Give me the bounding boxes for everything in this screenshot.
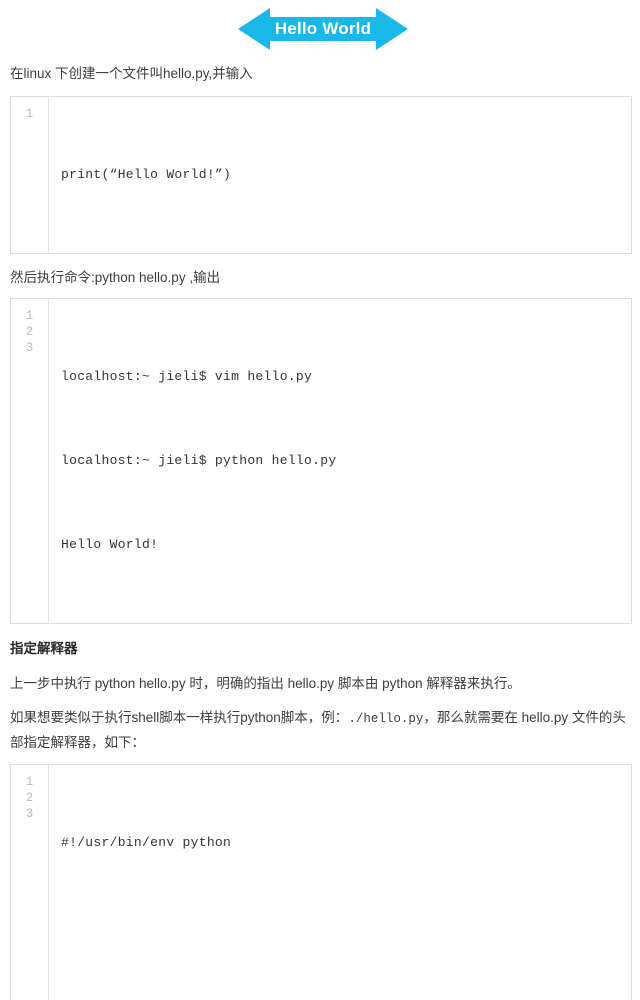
banner-region: Hello World — [0, 0, 640, 62]
code-block-hello-world-print: 1 print(“Hello World!”) — [10, 96, 632, 254]
line-number-gutter: 1 2 3 — [11, 299, 49, 623]
line-number: 2 — [25, 325, 34, 339]
page-root: Hello World 在linux 下创建一个文件叫hello.py,并输入 … — [0, 0, 640, 1000]
line-number: 3 — [25, 807, 34, 821]
line-number: 1 — [25, 107, 34, 121]
line-number-gutter: 1 2 3 — [11, 765, 49, 1000]
code-content: print(“Hello World!”) — [49, 97, 631, 253]
line-number-gutter: 1 — [11, 97, 49, 253]
section-heading: 指定解释器 — [10, 641, 78, 656]
inline-code-hello-py: ./hello.py — [348, 712, 424, 726]
code-content: localhost:~ jieli$ vim hello.py localhos… — [49, 299, 631, 623]
code-content: #!/usr/bin/env python print “hello,world… — [49, 765, 631, 1000]
hello-world-banner: Hello World — [238, 8, 408, 50]
interpreter-explanation-paragraph: 上一步中执行 python hello.py 时，明确的指出 hello.py … — [10, 676, 521, 691]
line-number: 2 — [25, 791, 34, 805]
run-command-paragraph: 然后执行命令:python hello.py ,输出 — [10, 270, 221, 285]
code-line: Hello World! — [61, 537, 159, 552]
code-line: localhost:~ jieli$ python hello.py — [61, 453, 337, 468]
banner-title: Hello World — [274, 19, 372, 38]
shebang-explanation-paragraph: 如果想要类似于执行shell脚本一样执行python脚本，例：./hello.p… — [10, 706, 634, 754]
code-line: #!/usr/bin/env python — [61, 835, 232, 850]
code-line: localhost:~ jieli$ vim hello.py — [61, 369, 313, 384]
code-line: print “hello,world” — [61, 997, 631, 1000]
code-block-terminal-session: 1 2 3 localhost:~ jieli$ vim hello.py lo… — [10, 298, 632, 624]
shebang-text-part1: 如果想要类似于执行shell脚本一样执行python脚本，例： — [10, 710, 349, 725]
line-number: 3 — [25, 341, 34, 355]
line-number: 1 — [25, 775, 34, 789]
code-line: print(“Hello World!”) — [61, 167, 232, 182]
intro-paragraph: 在linux 下创建一个文件叫hello.py,并输入 — [10, 66, 253, 81]
code-block-shebang-script: 1 2 3 #!/usr/bin/env python print “hello… — [10, 764, 632, 1000]
line-number: 1 — [25, 309, 34, 323]
